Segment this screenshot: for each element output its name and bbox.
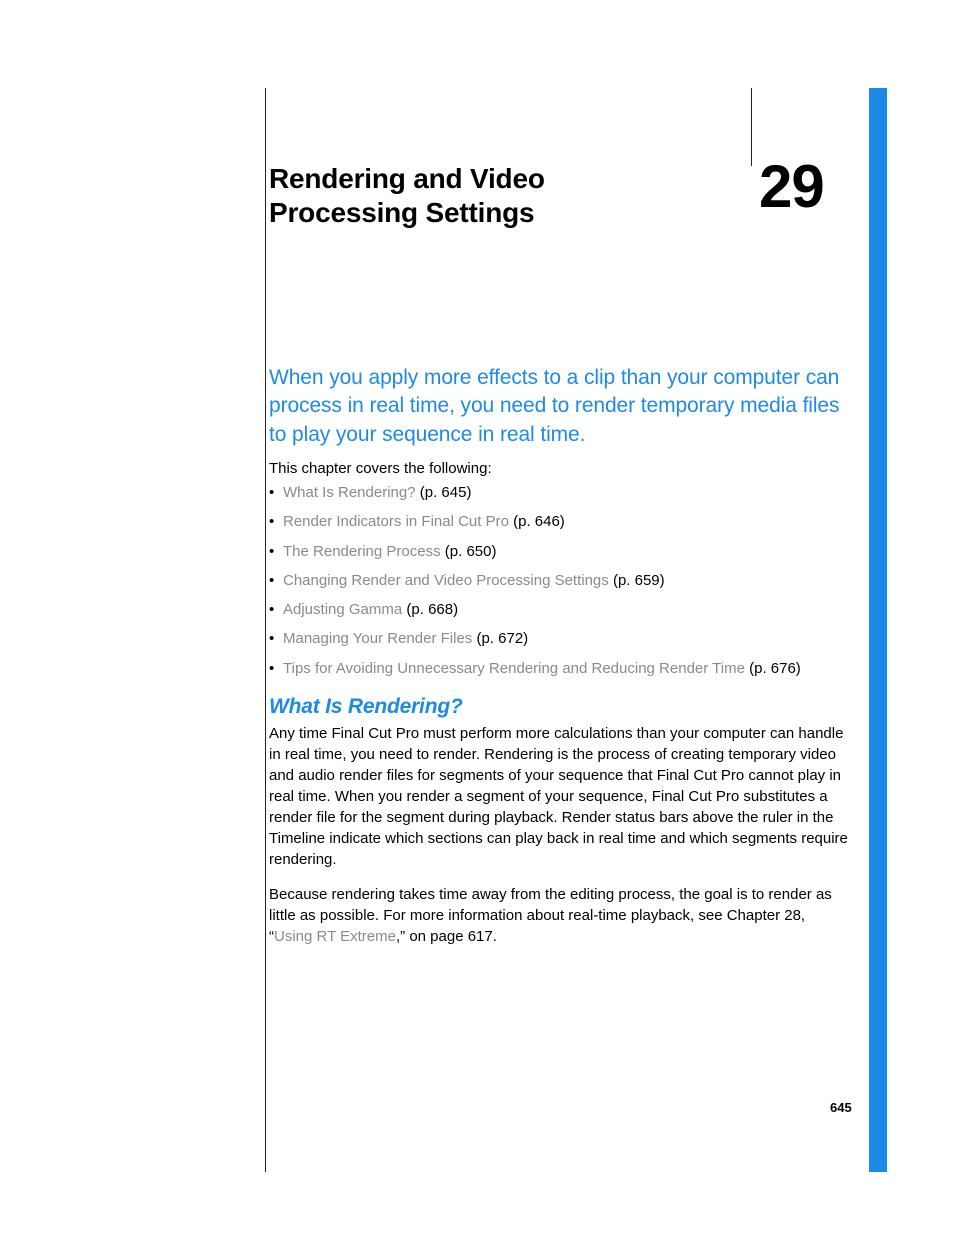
vertical-rule-right [751, 88, 752, 166]
toc-link[interactable]: Tips for Avoiding Unnecessary Rendering … [283, 660, 745, 677]
chapter-tab [869, 88, 887, 1172]
toc-item: Managing Your Render Files (p. 672) [269, 629, 848, 649]
toc-link[interactable]: The Rendering Process [283, 543, 441, 560]
document-page: Rendering and Video Processing Settings … [0, 0, 954, 1235]
toc-item: Tips for Avoiding Unnecessary Rendering … [269, 659, 848, 679]
toc-item: Changing Render and Video Processing Set… [269, 571, 848, 591]
toc-item: What Is Rendering? (p. 645) [269, 483, 848, 503]
chapter-title: Rendering and Video Processing Settings [269, 162, 589, 229]
body-paragraph: Any time Final Cut Pro must perform more… [269, 723, 848, 870]
vertical-rule-left [265, 88, 266, 1172]
chapter-toc: This chapter covers the following: What … [269, 460, 848, 688]
chapter-number: 29 [759, 152, 824, 221]
section-heading: What Is Rendering? [269, 695, 848, 719]
toc-lead: This chapter covers the following: [269, 460, 848, 477]
toc-page: (p. 659) [613, 572, 665, 589]
toc-page: (p. 646) [513, 513, 565, 530]
toc-page: (p. 650) [445, 543, 497, 560]
toc-item: Render Indicators in Final Cut Pro (p. 6… [269, 512, 848, 532]
toc-item: Adjusting Gamma (p. 668) [269, 600, 848, 620]
toc-page: (p. 676) [749, 660, 801, 677]
toc-link[interactable]: Managing Your Render Files [283, 630, 472, 647]
toc-page: (p. 672) [476, 630, 528, 647]
body-paragraph: Because rendering takes time away from t… [269, 884, 848, 947]
chapter-intro: When you apply more effects to a clip th… [269, 364, 848, 449]
toc-link[interactable]: What Is Rendering? [283, 484, 416, 501]
toc-page: (p. 668) [406, 601, 458, 618]
page-number: 645 [830, 1100, 852, 1115]
toc-link[interactable]: Changing Render and Video Processing Set… [283, 572, 609, 589]
body-text: ,” on page 617. [396, 928, 497, 945]
toc-item: The Rendering Process (p. 650) [269, 542, 848, 562]
toc-link[interactable]: Render Indicators in Final Cut Pro [283, 513, 509, 530]
toc-page: (p. 645) [420, 484, 472, 501]
toc-link[interactable]: Adjusting Gamma [283, 601, 402, 618]
cross-reference-link[interactable]: Using RT Extreme [274, 928, 396, 945]
section-what-is-rendering: What Is Rendering? Any time Final Cut Pr… [269, 695, 848, 961]
